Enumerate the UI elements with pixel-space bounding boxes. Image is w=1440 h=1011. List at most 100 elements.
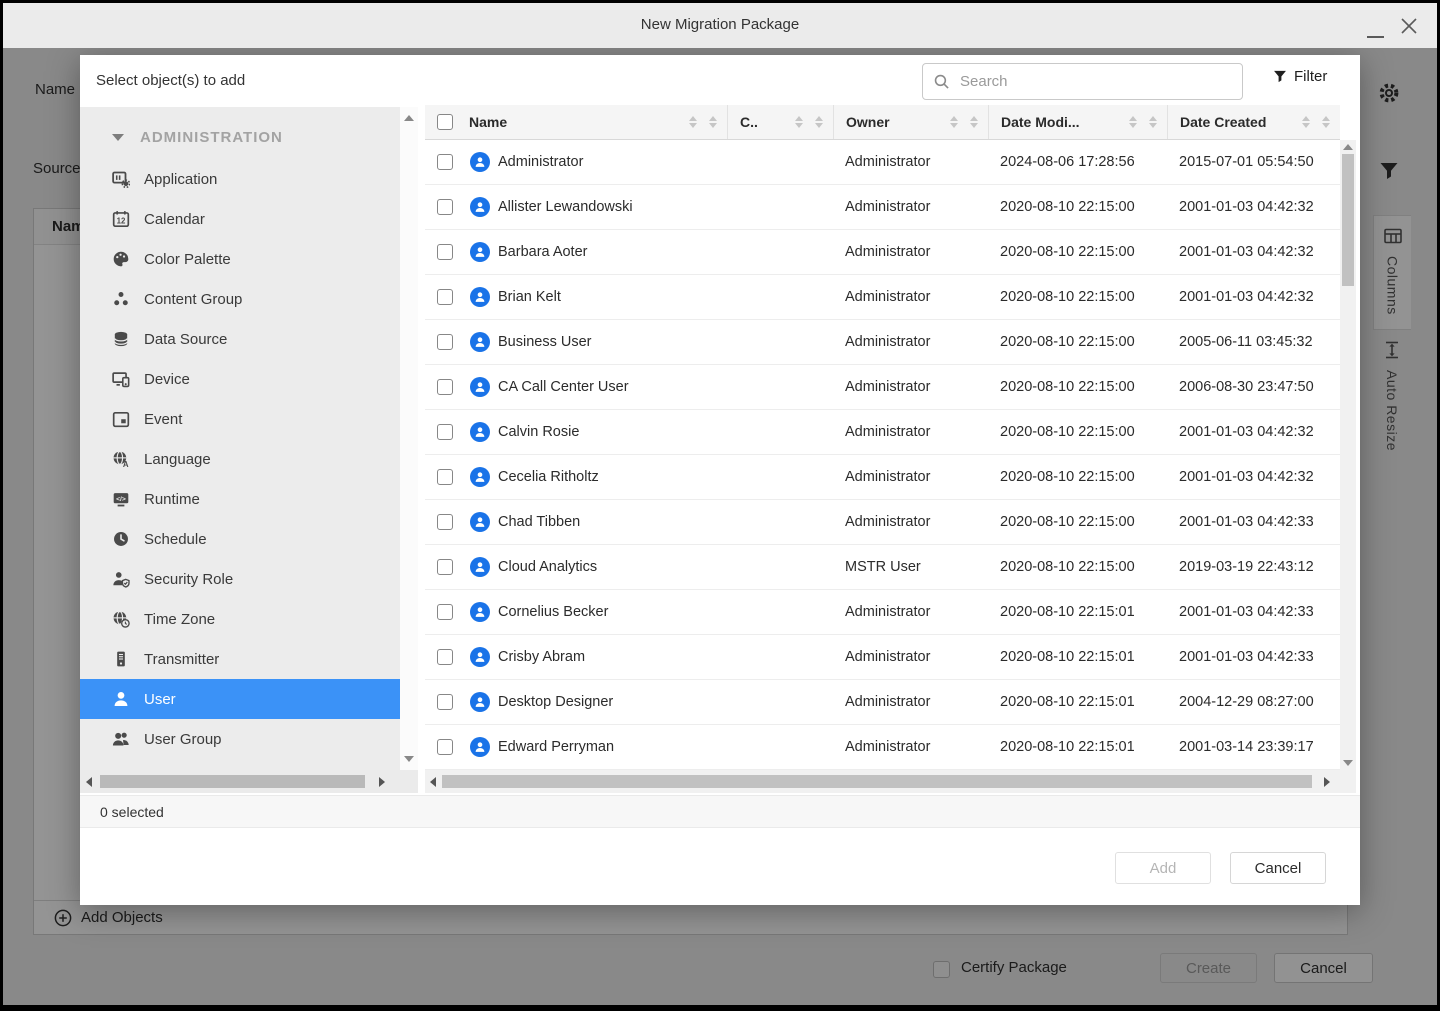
- sort-controls: [1129, 116, 1157, 128]
- row-checkbox[interactable]: [437, 289, 453, 305]
- scroll-up-icon[interactable]: [404, 115, 414, 121]
- sidebar-item-schedule[interactable]: Schedule: [80, 519, 400, 559]
- row-checkbox[interactable]: [437, 424, 453, 440]
- select-all-checkbox[interactable]: [437, 114, 453, 130]
- table-row[interactable]: Cecelia Ritholtz Administrator 2020-08-1…: [425, 455, 1340, 500]
- sort-asc-icon[interactable]: [795, 116, 803, 128]
- row-checkbox[interactable]: [437, 694, 453, 710]
- sidebar-item-color-palette[interactable]: Color Palette: [80, 239, 400, 279]
- grid-vscroll-thumb[interactable]: [1342, 154, 1354, 286]
- cancel-button[interactable]: Cancel: [1230, 852, 1326, 884]
- sidebar-item-calendar[interactable]: Calendar: [80, 199, 400, 239]
- row-checkbox[interactable]: [437, 379, 453, 395]
- table-row[interactable]: Edward Perryman Administrator 2020-08-10…: [425, 725, 1340, 770]
- scroll-down-icon[interactable]: [1343, 760, 1353, 766]
- sort-asc-icon[interactable]: [1129, 116, 1137, 128]
- sort-desc-icon[interactable]: [1322, 116, 1330, 128]
- row-checkbox[interactable]: [437, 514, 453, 530]
- user-avatar-icon: [474, 741, 486, 753]
- table-row[interactable]: Chad Tibben Administrator 2020-08-10 22:…: [425, 500, 1340, 545]
- user-avatar: [470, 692, 490, 712]
- user-avatar: [470, 512, 490, 532]
- user-avatar-icon: [474, 426, 486, 438]
- row-name: Edward Perryman: [498, 739, 614, 755]
- sidebar-section-label: ADMINISTRATION: [140, 129, 283, 146]
- filter-label: Filter: [1294, 68, 1327, 85]
- sidebar-item-user-group[interactable]: User Group: [80, 719, 400, 759]
- row-checkbox[interactable]: [437, 154, 453, 170]
- minimize-icon[interactable]: [1367, 36, 1384, 38]
- sort-desc-icon[interactable]: [970, 116, 978, 128]
- row-checkbox[interactable]: [437, 334, 453, 350]
- row-checkbox[interactable]: [437, 244, 453, 260]
- security-role-icon: [112, 570, 130, 588]
- row-checkbox[interactable]: [437, 559, 453, 575]
- user-avatar: [470, 242, 490, 262]
- row-checkbox[interactable]: [437, 649, 453, 665]
- sort-desc-icon[interactable]: [1149, 116, 1157, 128]
- sidebar-item-content-group[interactable]: Content Group: [80, 279, 400, 319]
- sidebar-vertical-scrollbar[interactable]: [400, 107, 418, 770]
- close-icon[interactable]: [1398, 15, 1420, 37]
- table-row[interactable]: Cornelius Becker Administrator 2020-08-1…: [425, 590, 1340, 635]
- scroll-down-icon[interactable]: [404, 756, 414, 762]
- column-header-date-created[interactable]: Date Created: [1167, 105, 1340, 139]
- sidebar-section-administration[interactable]: ADMINISTRATION: [80, 115, 400, 159]
- column-header-c[interactable]: C..: [727, 105, 833, 139]
- runtime-icon: [112, 490, 130, 508]
- grid-vertical-scrollbar[interactable]: [1340, 140, 1356, 770]
- sidebar-item-transmitter[interactable]: Transmitter: [80, 639, 400, 679]
- table-row[interactable]: Business User Administrator 2020-08-10 2…: [425, 320, 1340, 365]
- sidebar-item-language[interactable]: Language: [80, 439, 400, 479]
- scroll-left-icon[interactable]: [86, 777, 92, 787]
- sort-desc-icon[interactable]: [815, 116, 823, 128]
- add-button[interactable]: Add: [1115, 852, 1211, 884]
- table-row[interactable]: Administrator Administrator 2024-08-06 1…: [425, 140, 1340, 185]
- scroll-right-icon[interactable]: [1324, 777, 1330, 787]
- table-row[interactable]: Desktop Designer Administrator 2020-08-1…: [425, 680, 1340, 725]
- schedule-icon: [112, 530, 130, 548]
- column-header-name[interactable]: Name: [425, 105, 727, 139]
- sidebar-item-user[interactable]: User: [80, 679, 400, 719]
- column-header-owner[interactable]: Owner: [833, 105, 988, 139]
- table-row[interactable]: Allister Lewandowski Administrator 2020-…: [425, 185, 1340, 230]
- user-avatar: [470, 467, 490, 487]
- sort-desc-icon[interactable]: [709, 116, 717, 128]
- table-row[interactable]: Calvin Rosie Administrator 2020-08-10 22…: [425, 410, 1340, 455]
- sidebar-item-runtime[interactable]: Runtime: [80, 479, 400, 519]
- sort-asc-icon[interactable]: [1302, 116, 1310, 128]
- table-row[interactable]: CA Call Center User Administrator 2020-0…: [425, 365, 1340, 410]
- sidebar-item-time-zone[interactable]: Time Zone: [80, 599, 400, 639]
- dialog-header: Select object(s) to add Filter: [80, 55, 1360, 107]
- table-row[interactable]: Brian Kelt Administrator 2020-08-10 22:1…: [425, 275, 1340, 320]
- sidebar-item-application[interactable]: Application: [80, 159, 400, 199]
- table-row[interactable]: Cloud Analytics MSTR User 2020-08-10 22:…: [425, 545, 1340, 590]
- filter-button[interactable]: Filter: [1273, 68, 1327, 85]
- row-date-modified: 2020-08-10 22:15:00: [988, 185, 1167, 229]
- sidebar-item-device[interactable]: Device: [80, 359, 400, 399]
- search-box[interactable]: [922, 63, 1243, 100]
- sort-asc-icon[interactable]: [689, 116, 697, 128]
- row-checkbox[interactable]: [437, 199, 453, 215]
- scroll-right-icon[interactable]: [379, 777, 385, 787]
- column-header-date-modi[interactable]: Date Modi...: [988, 105, 1167, 139]
- sidebar-hscroll-thumb[interactable]: [100, 775, 365, 788]
- table-row[interactable]: Barbara Aoter Administrator 2020-08-10 2…: [425, 230, 1340, 275]
- sidebar-item-security-role[interactable]: Security Role: [80, 559, 400, 599]
- sidebar-item-event[interactable]: Event: [80, 399, 400, 439]
- sidebar-horizontal-scrollbar[interactable]: [80, 770, 418, 793]
- row-checkbox[interactable]: [437, 739, 453, 755]
- app-window: New Migration Package Name Source Nam Ad…: [3, 3, 1437, 1005]
- search-input[interactable]: [958, 72, 1232, 91]
- sort-asc-icon[interactable]: [950, 116, 958, 128]
- sidebar-item-data-source[interactable]: Data Source: [80, 319, 400, 359]
- row-checkbox[interactable]: [437, 469, 453, 485]
- grid-horizontal-scrollbar[interactable]: [425, 770, 1356, 793]
- transmitter-icon: [112, 650, 130, 668]
- scroll-up-icon[interactable]: [1343, 144, 1353, 150]
- grid-hscroll-thumb[interactable]: [442, 775, 1312, 788]
- scroll-left-icon[interactable]: [430, 777, 436, 787]
- row-checkbox[interactable]: [437, 604, 453, 620]
- screenshot-root: New Migration Package Name Source Nam Ad…: [0, 0, 1440, 1011]
- table-row[interactable]: Crisby Abram Administrator 2020-08-10 22…: [425, 635, 1340, 680]
